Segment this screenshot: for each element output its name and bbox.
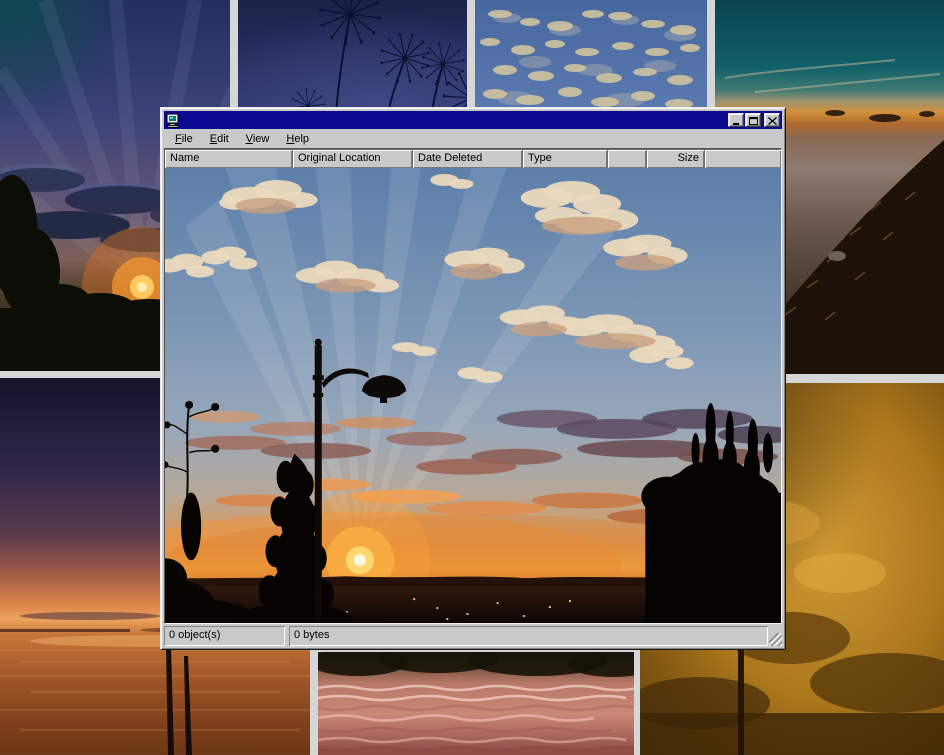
column-header-row: Name Original Location Date Deleted Type… [165, 149, 781, 168]
status-object-count: 0 object(s) [164, 626, 285, 646]
sunset-streetlamp-art [165, 168, 781, 623]
dappled-clouds-art [475, 0, 707, 112]
column-header-original-location[interactable]: Original Location [293, 150, 412, 168]
wallpaper-seed-heads-photo [238, 0, 467, 112]
menu-edit[interactable]: Edit [205, 131, 235, 147]
wallpaper-water-reflections-photo [318, 652, 634, 755]
status-bar: 0 object(s) 0 bytes [164, 626, 782, 646]
menu-bar: File Edit View Help [164, 129, 782, 148]
column-header-date-deleted[interactable]: Date Deleted [413, 150, 522, 168]
maximize-button[interactable] [745, 113, 761, 127]
window-computer-icon [166, 113, 182, 128]
column-header-trailing [705, 150, 781, 168]
menu-view[interactable]: View [241, 131, 276, 147]
column-header-type[interactable]: Type [523, 150, 607, 168]
recycle-bin-window: File Edit View Help Name Original Locati… [160, 107, 786, 650]
list-view: Name Original Location Date Deleted Type… [164, 148, 782, 624]
window-content-photo[interactable] [165, 168, 781, 623]
desktop: File Edit View Help Name Original Locati… [0, 0, 944, 755]
menu-file[interactable]: File [170, 131, 199, 147]
menu-help[interactable]: Help [281, 131, 315, 147]
minimize-button[interactable] [728, 113, 744, 127]
water-reflections-art [318, 652, 634, 755]
resize-grip[interactable] [769, 633, 782, 646]
seed-heads-art [238, 0, 467, 112]
column-header-size[interactable]: Size [647, 150, 704, 168]
status-size-total: 0 bytes [289, 626, 768, 646]
column-header-name[interactable]: Name [165, 150, 292, 168]
column-header-blank [608, 150, 646, 168]
wallpaper-dappled-clouds-photo [475, 0, 707, 112]
close-button[interactable] [764, 113, 780, 127]
titlebar[interactable] [164, 111, 782, 129]
